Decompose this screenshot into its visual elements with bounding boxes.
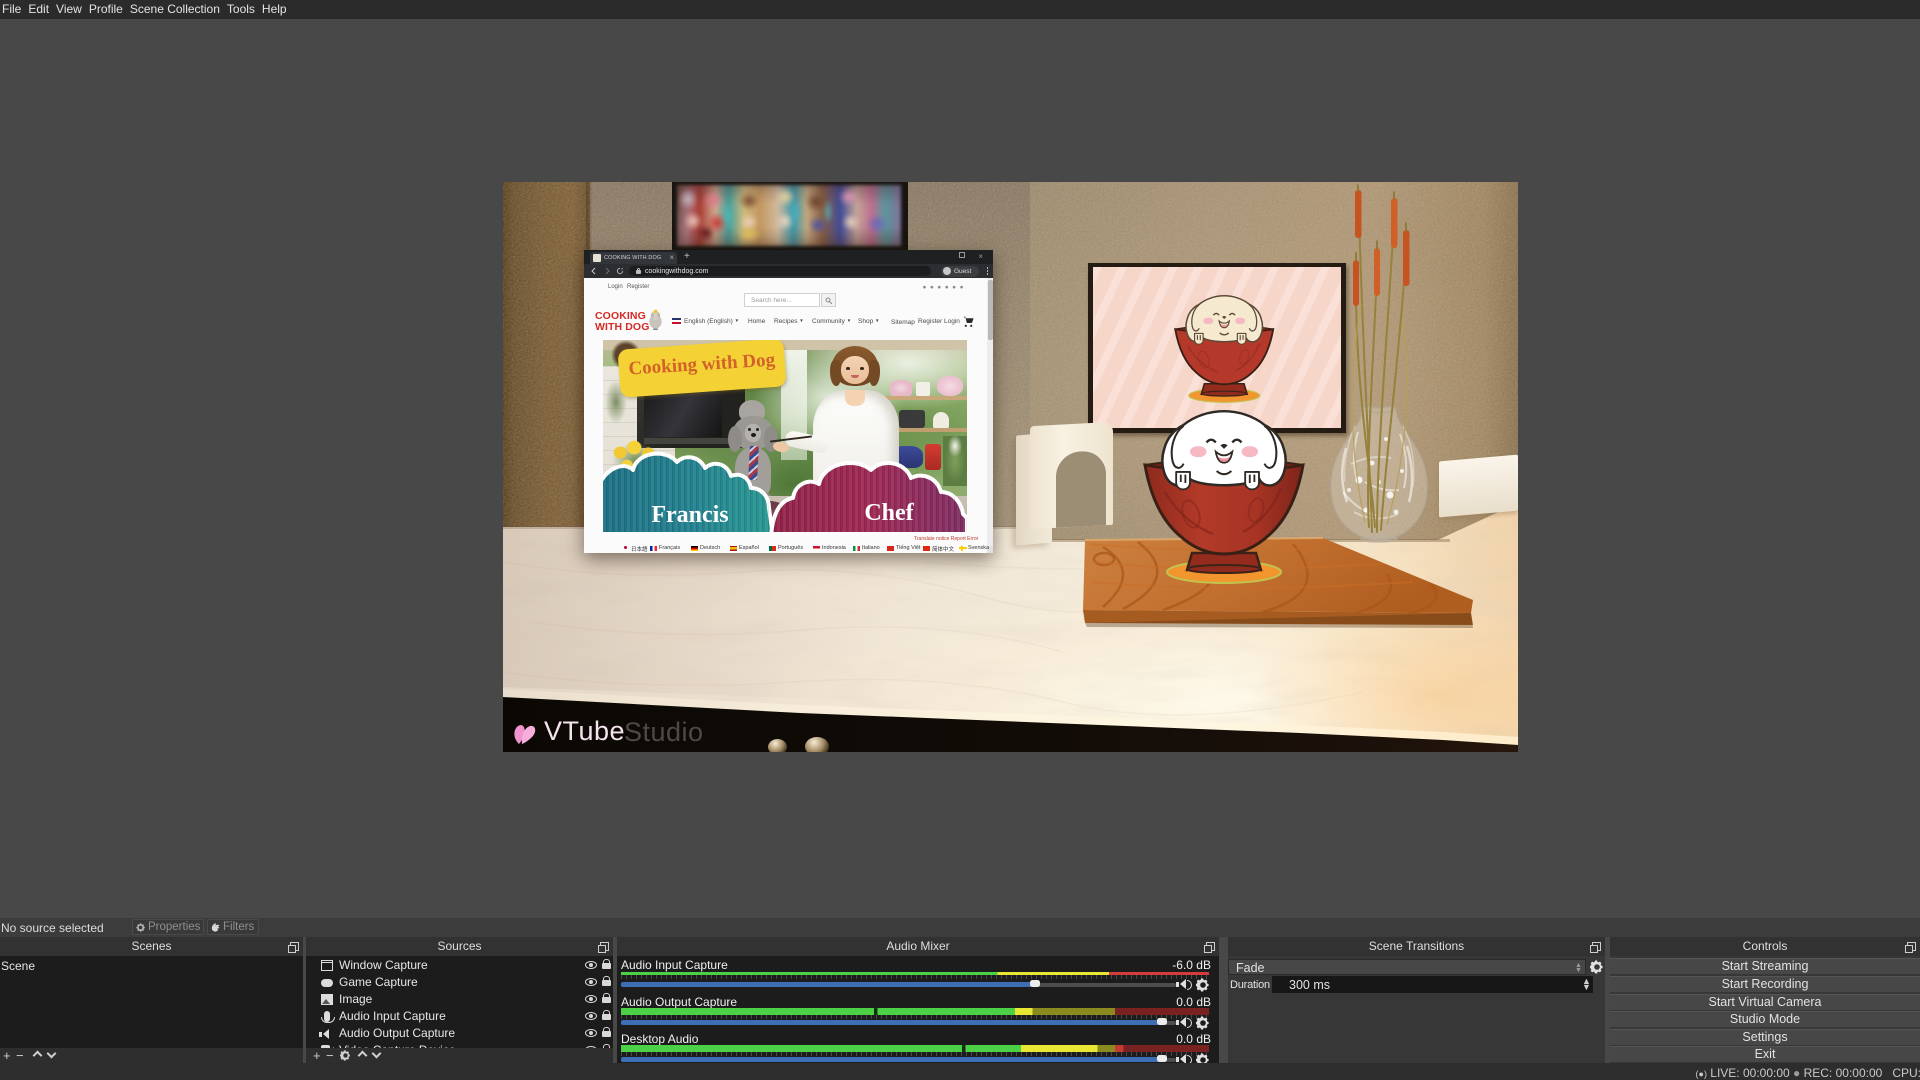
svg-text:Chef: Chef <box>864 500 914 526</box>
svg-text:Francis: Francis <box>651 502 728 528</box>
